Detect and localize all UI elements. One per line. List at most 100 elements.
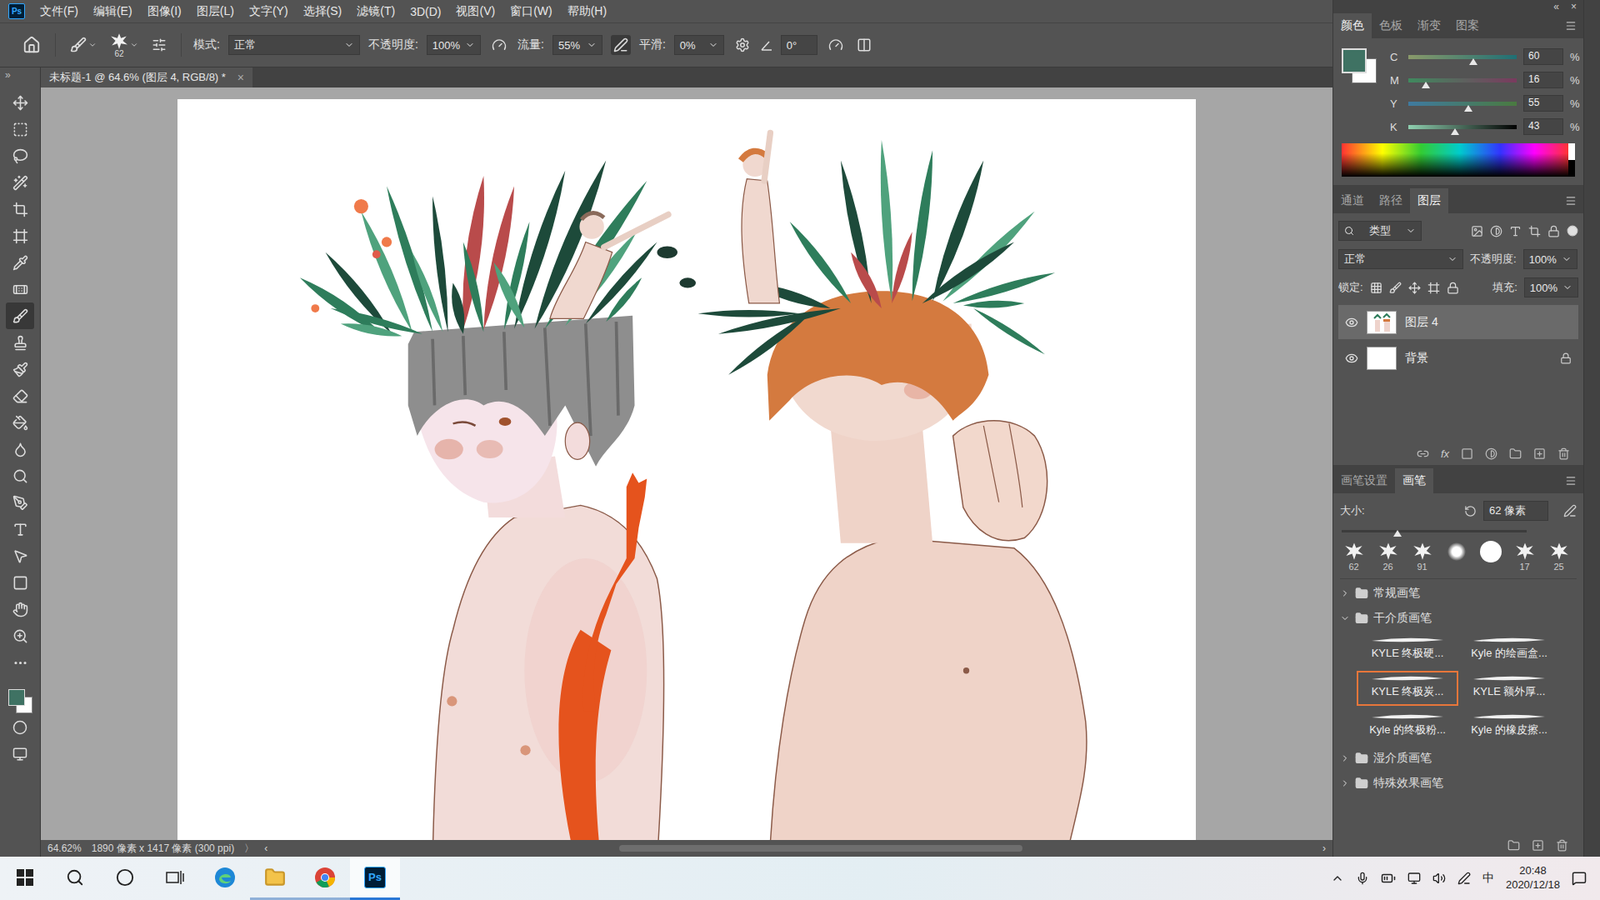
menu-item[interactable]: 文字(Y) bbox=[244, 1, 294, 22]
tool-button[interactable] bbox=[5, 275, 35, 303]
brush-preset-tile[interactable]: 25 bbox=[1545, 540, 1573, 572]
visibility-icon[interactable] bbox=[1345, 351, 1359, 365]
dock-control[interactable]: « bbox=[1553, 0, 1560, 13]
brush-tile[interactable]: KYLE 终极炭... bbox=[1356, 670, 1459, 706]
panel-tab[interactable]: 画笔 bbox=[1395, 468, 1434, 494]
panel-menu-button[interactable] bbox=[1565, 468, 1584, 494]
tool-button[interactable] bbox=[5, 355, 35, 383]
lock-artboard-icon[interactable] bbox=[1427, 281, 1440, 295]
channel-value[interactable]: 43 bbox=[1523, 118, 1564, 135]
network-icon[interactable] bbox=[1407, 871, 1421, 885]
adjustment-filter-icon[interactable] bbox=[1490, 225, 1503, 238]
taskbar-app[interactable] bbox=[300, 856, 350, 900]
layer-style-button[interactable]: fx bbox=[1440, 447, 1450, 460]
panel-tab[interactable]: 通道 bbox=[1333, 188, 1372, 214]
brush-tile[interactable]: Kyle 的橡皮擦... bbox=[1458, 709, 1560, 745]
tool-button[interactable] bbox=[5, 409, 35, 436]
panel-tab[interactable]: 颜色 bbox=[1333, 13, 1372, 39]
menu-item[interactable]: 帮助(H) bbox=[562, 1, 612, 22]
brush-panel-toggle[interactable] bbox=[149, 35, 170, 55]
tool-button[interactable] bbox=[5, 489, 35, 516]
angle-field[interactable]: 0° bbox=[780, 35, 818, 55]
tool-button[interactable] bbox=[5, 462, 35, 490]
info-menu-button[interactable]: 〉 bbox=[244, 841, 255, 856]
layer-opacity-field[interactable]: 100% bbox=[1523, 249, 1578, 270]
canvas[interactable] bbox=[177, 99, 1196, 840]
black-white-strip[interactable] bbox=[1568, 143, 1575, 177]
mode-select[interactable]: 正常 bbox=[228, 35, 360, 55]
menu-item[interactable]: 文件(F) bbox=[35, 1, 84, 22]
scroll-thumb[interactable] bbox=[619, 845, 1023, 852]
new-brush-icon[interactable] bbox=[1531, 839, 1545, 852]
search-button[interactable] bbox=[50, 856, 100, 900]
collapse-toggle[interactable]: » bbox=[0, 69, 11, 90]
channel-value[interactable]: 55 bbox=[1523, 95, 1564, 112]
shape-filter-icon[interactable] bbox=[1528, 225, 1541, 238]
panel-menu-button[interactable] bbox=[1565, 13, 1584, 39]
layer-row[interactable]: 背景 bbox=[1338, 340, 1579, 375]
panel-tab[interactable]: 图层 bbox=[1410, 188, 1449, 214]
pressure-opacity-button[interactable] bbox=[489, 35, 510, 55]
battery-icon[interactable] bbox=[1380, 870, 1396, 886]
scroll-right-button[interactable]: › bbox=[1322, 842, 1326, 855]
taskbar-app[interactable] bbox=[200, 856, 250, 900]
lock-transparency-icon[interactable] bbox=[1370, 281, 1383, 295]
brush-tile[interactable]: KYLE 终极硬... bbox=[1356, 632, 1459, 668]
notification-icon[interactable] bbox=[1571, 870, 1587, 886]
lock-pixels-icon[interactable] bbox=[1389, 281, 1402, 295]
tool-button[interactable] bbox=[5, 622, 35, 650]
menu-item[interactable]: 3D(D) bbox=[405, 2, 446, 21]
tool-button[interactable] bbox=[5, 142, 35, 170]
brush-preset-tile[interactable]: 62 bbox=[1340, 540, 1368, 572]
brush-group[interactable]: 常规画笔 bbox=[1340, 582, 1577, 605]
brush-preset-picker[interactable]: 62 bbox=[107, 29, 141, 61]
brush-preset-tile[interactable]: 91 bbox=[1408, 540, 1436, 572]
taskbar-app[interactable]: Ps bbox=[350, 856, 400, 900]
microphone-icon[interactable] bbox=[1355, 871, 1370, 885]
visibility-icon[interactable] bbox=[1345, 315, 1359, 330]
slider-thumb[interactable] bbox=[1421, 81, 1430, 89]
clock[interactable]: 20:482020/12/18 bbox=[1505, 864, 1560, 893]
volume-icon[interactable] bbox=[1432, 871, 1446, 885]
lock-position-icon[interactable] bbox=[1408, 281, 1421, 295]
black-cell[interactable] bbox=[1568, 160, 1575, 177]
new-brush-icon[interactable] bbox=[1563, 504, 1577, 518]
trash-icon[interactable] bbox=[1557, 447, 1570, 460]
channel-slider[interactable] bbox=[1408, 55, 1517, 60]
tool-button[interactable] bbox=[5, 222, 35, 250]
menu-item[interactable]: 选择(S) bbox=[298, 1, 348, 22]
scroll-left-button[interactable]: ‹ bbox=[264, 842, 268, 855]
menu-item[interactable]: 视图(V) bbox=[450, 1, 500, 22]
pixel-filter-icon[interactable] bbox=[1470, 225, 1484, 238]
flow-field[interactable]: 55% bbox=[552, 35, 603, 55]
brush-group[interactable]: 湿介质画笔 bbox=[1340, 747, 1577, 770]
brush-group[interactable]: 特殊效果画笔 bbox=[1340, 772, 1577, 795]
chevron-up-icon[interactable] bbox=[1330, 871, 1345, 885]
home-button[interactable] bbox=[20, 33, 44, 57]
opacity-field[interactable]: 100% bbox=[426, 35, 481, 55]
brush-tile[interactable]: KYLE 额外厚... bbox=[1458, 670, 1560, 706]
tool-button[interactable] bbox=[5, 649, 35, 676]
tool-button[interactable] bbox=[5, 569, 35, 596]
color-spectrum[interactable] bbox=[1341, 143, 1575, 177]
symmetry-button[interactable] bbox=[854, 35, 875, 55]
tool-button[interactable] bbox=[5, 515, 35, 543]
channel-slider[interactable] bbox=[1408, 78, 1517, 83]
brush-preset-tile[interactable]: 17 bbox=[1510, 540, 1539, 572]
tool-button[interactable] bbox=[5, 195, 35, 223]
new-group-icon[interactable] bbox=[1507, 839, 1520, 852]
dock-control[interactable]: × bbox=[1570, 0, 1577, 13]
taskbar-app[interactable] bbox=[250, 856, 300, 900]
panel-tab[interactable]: 画笔设置 bbox=[1333, 468, 1395, 494]
channel-value[interactable]: 60 bbox=[1523, 48, 1564, 65]
color-swatches[interactable] bbox=[6, 687, 34, 715]
slider-thumb[interactable] bbox=[1393, 530, 1402, 537]
panel-tab[interactable]: 路径 bbox=[1371, 188, 1410, 214]
type-filter-icon[interactable] bbox=[1509, 225, 1522, 238]
spectrum-ramp[interactable] bbox=[1341, 143, 1569, 177]
panel-menu-button[interactable] bbox=[1565, 188, 1584, 214]
lock-all-icon[interactable] bbox=[1446, 281, 1460, 295]
screen-mode-button[interactable] bbox=[5, 740, 35, 768]
tool-button[interactable] bbox=[5, 435, 35, 463]
start-button[interactable] bbox=[0, 856, 50, 900]
